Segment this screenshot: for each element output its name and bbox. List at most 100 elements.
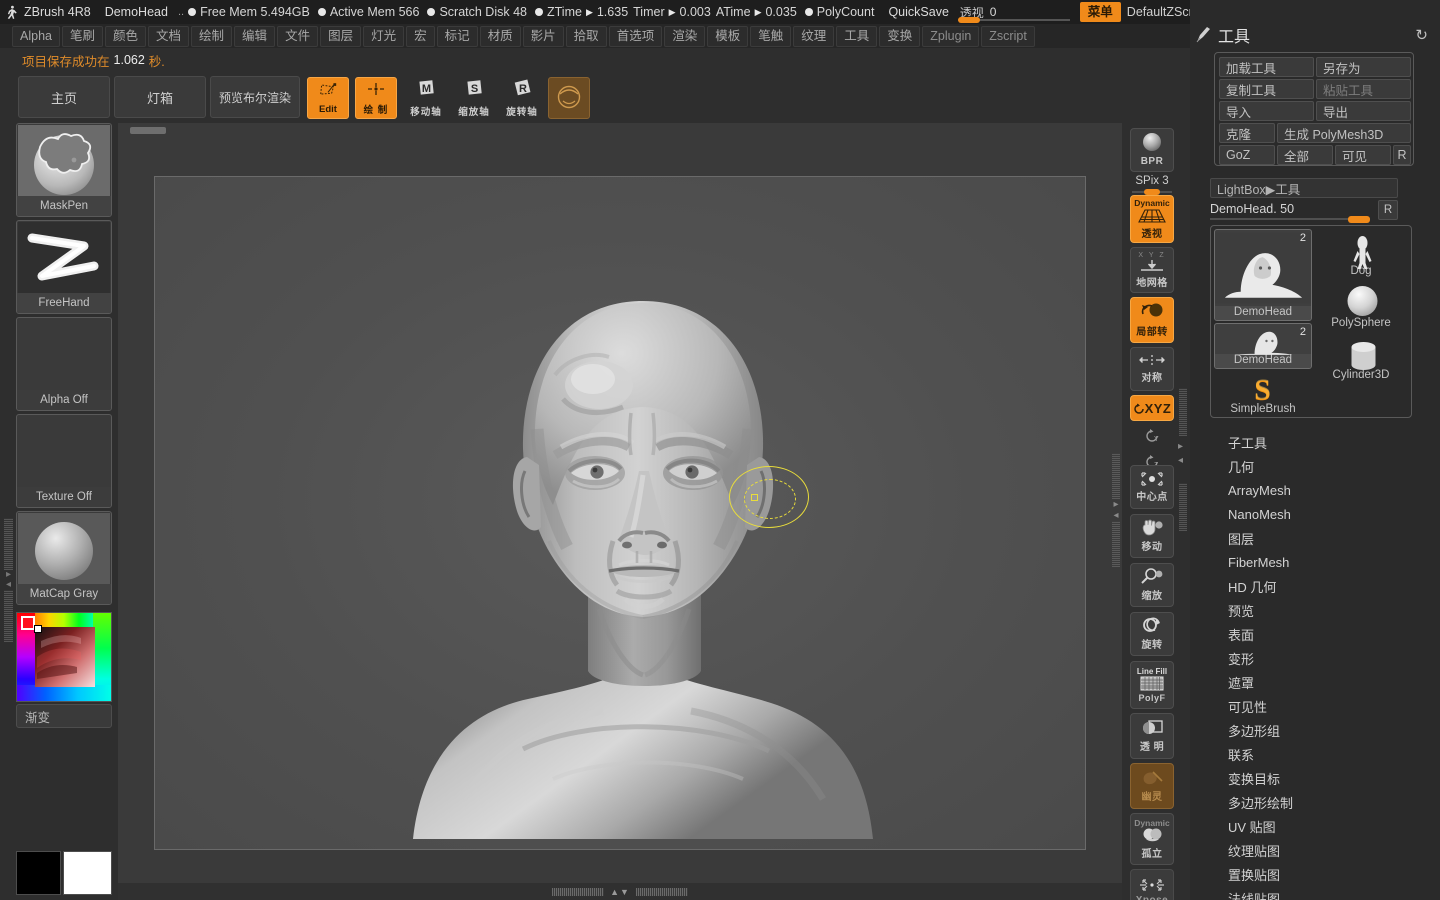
slider-knob[interactable] — [957, 17, 980, 23]
move-button[interactable]: 移动 — [1130, 514, 1174, 558]
center-pivot-button[interactable]: 中心点 — [1130, 465, 1174, 509]
scroll-left-arrow-icon[interactable]: ◂ — [1112, 510, 1120, 521]
demohead-model[interactable] — [403, 279, 883, 839]
xpose-button[interactable]: Xpose — [1130, 869, 1174, 900]
menu-item-light[interactable]: 灯光 — [363, 25, 405, 47]
menu-item-layer[interactable]: 图层 — [320, 25, 362, 47]
primary-color-swatch[interactable] — [16, 851, 61, 895]
canvas-bottom-bar[interactable]: ▲▼ — [118, 883, 1122, 900]
section-deformation[interactable]: 变形 — [1228, 646, 1438, 670]
draw-mode-button[interactable]: 绘 制 — [355, 77, 397, 119]
menu-item-alpha[interactable]: Alpha — [12, 25, 60, 47]
menu-item-transform[interactable]: 变换 — [879, 25, 921, 47]
section-visibility[interactable]: 可见性 — [1228, 694, 1438, 718]
rotate-button[interactable]: 旋转 — [1130, 612, 1174, 656]
load-tool-button[interactable]: 加载工具 — [1219, 57, 1314, 77]
scroll-right-arrow-icon[interactable]: ▸ — [1112, 499, 1120, 510]
current-alpha-thumb[interactable]: Alpha Off — [16, 317, 112, 411]
canvas-resize-arrows-icon[interactable]: ▲▼ — [610, 887, 630, 897]
menu-item-zplugin[interactable]: Zplugin — [922, 25, 980, 47]
menu-item-zscript[interactable]: Zscript — [981, 25, 1035, 47]
section-masking[interactable]: 遮罩 — [1228, 670, 1438, 694]
local-transform-button[interactable]: 局部转 — [1130, 297, 1174, 343]
tool-item-cylinder3d[interactable]: Cylinder3D — [1314, 333, 1408, 383]
bpr-preview-button[interactable]: 预览布尔渲染 — [210, 76, 300, 118]
scroll-left-arrow-icon[interactable]: ◂ — [4, 580, 13, 590]
section-texture-map[interactable]: 纹理贴图 — [1228, 838, 1438, 862]
current-material-swatch[interactable] — [548, 77, 590, 119]
menu-button[interactable]: 菜单 — [1079, 2, 1121, 22]
menu-item-movie[interactable]: 影片 — [522, 25, 564, 47]
rotate-y-button[interactable]: Y — [1130, 423, 1174, 449]
lightbox-button[interactable]: 灯箱 — [114, 76, 206, 118]
tool-item-simplebrush[interactable]: S S SimpleBrush — [1214, 371, 1312, 417]
menu-item-stroke[interactable]: 笔触 — [750, 25, 792, 47]
perspective-button[interactable]: Dynamic 透视 — [1130, 195, 1174, 243]
current-tool-reset-button[interactable]: R — [1378, 200, 1398, 220]
spix-slider[interactable]: SPix 3 — [1130, 175, 1174, 195]
menu-item-marker[interactable]: 标记 — [436, 25, 478, 47]
tool-item-dog[interactable]: Dog — [1314, 229, 1408, 279]
section-contact[interactable]: 联系 — [1228, 742, 1438, 766]
floor-grid-button[interactable]: X Y Z 地网格 — [1130, 247, 1174, 293]
menu-item-macro[interactable]: 宏 — [406, 25, 435, 47]
symmetry-button[interactable]: 对称 — [1130, 347, 1174, 391]
current-material-thumb[interactable]: MatCap Gray — [16, 511, 112, 605]
section-polygroups[interactable]: 多边形组 — [1228, 718, 1438, 742]
perspective-slider[interactable]: 透视 0 — [954, 0, 1074, 24]
current-tool-slider[interactable]: DemoHead. 50 — [1210, 200, 1370, 223]
current-stroke-thumb[interactable]: FreeHand — [16, 220, 112, 314]
refresh-icon[interactable]: ↻ — [1415, 26, 1428, 44]
scale-button[interactable]: 缩放 — [1130, 563, 1174, 607]
section-uv-map[interactable]: UV 贴图 — [1228, 814, 1438, 838]
menu-item-brush[interactable]: 笔刷 — [61, 25, 103, 47]
section-subtool[interactable]: 子工具 — [1228, 430, 1438, 454]
current-texture-thumb[interactable]: Texture Off — [16, 414, 112, 508]
canvas-area[interactable]: ▸ ◂ — [118, 123, 1122, 883]
color-swatch-button[interactable] — [21, 616, 35, 630]
goz-all-button[interactable]: 全部 — [1277, 145, 1333, 165]
make-polymesh3d-button[interactable]: 生成 PolyMesh3D — [1277, 123, 1411, 143]
transparency-button[interactable]: 透 明 — [1130, 713, 1174, 759]
polyframe-button[interactable]: Line Fill PolyF — [1130, 661, 1174, 709]
copy-tool-button[interactable]: 复制工具 — [1219, 79, 1314, 99]
edit-mode-button[interactable]: Edit — [307, 77, 349, 119]
menu-item-preferences[interactable]: 首选项 — [608, 25, 663, 47]
lightbox-tool-row[interactable]: LightBox▶工具 — [1210, 178, 1398, 198]
menu-item-texture[interactable]: 纹理 — [793, 25, 835, 47]
section-polypaint[interactable]: 多边形绘制 — [1228, 790, 1438, 814]
export-button[interactable]: 导出 — [1316, 101, 1411, 121]
menu-item-stencil[interactable]: 模板 — [707, 25, 749, 47]
section-fibermesh[interactable]: FiberMesh — [1228, 550, 1438, 574]
section-arraymesh[interactable]: ArrayMesh — [1228, 478, 1438, 502]
ghost-button[interactable]: 幽灵 — [1130, 763, 1174, 809]
menu-item-color[interactable]: 颜色 — [105, 25, 147, 47]
shelf-expand-left-icon[interactable]: ◂ — [1178, 455, 1183, 466]
shelf-expand-right-icon[interactable]: ▸ — [1178, 441, 1183, 452]
canvas-right-scroller[interactable]: ▸ ◂ — [1112, 453, 1120, 573]
goz-button[interactable]: GoZ — [1219, 145, 1275, 165]
color-marker[interactable] — [34, 625, 42, 633]
tool-item-demohead-small[interactable]: 2 DemoHead — [1214, 323, 1312, 369]
menu-item-picker[interactable]: 拾取 — [565, 25, 607, 47]
section-geometry[interactable]: 几何 — [1228, 454, 1438, 478]
save-as-button[interactable]: 另存为 — [1316, 57, 1411, 77]
menu-item-draw[interactable]: 绘制 — [191, 25, 233, 47]
gradient-button[interactable]: 渐变 — [16, 704, 112, 728]
menu-item-material[interactable]: 材质 — [479, 25, 521, 47]
right-shelf-scroll-bottom[interactable] — [1179, 483, 1187, 531]
section-layers[interactable]: 图层 — [1228, 526, 1438, 550]
canvas-drag-handle[interactable] — [130, 127, 166, 134]
section-nanomesh[interactable]: NanoMesh — [1228, 502, 1438, 526]
right-shelf-scroll-top[interactable] — [1179, 388, 1187, 436]
tool-item-polysphere[interactable]: PolySphere — [1314, 281, 1408, 331]
section-hd-geometry[interactable]: HD 几何 — [1228, 574, 1438, 598]
document-canvas[interactable] — [154, 176, 1086, 850]
menu-item-edit[interactable]: 编辑 — [234, 25, 276, 47]
tool-item-demohead-large[interactable]: 2 DemoHead — [1214, 229, 1312, 321]
move-axis-button[interactable]: M 移动轴 — [405, 77, 447, 119]
section-displacement-map[interactable]: 置换贴图 — [1228, 862, 1438, 886]
goz-visible-button[interactable]: 可见 — [1335, 145, 1391, 165]
slider-knob[interactable] — [1348, 216, 1370, 223]
section-normal-map[interactable]: 法线贴图 — [1228, 886, 1438, 900]
